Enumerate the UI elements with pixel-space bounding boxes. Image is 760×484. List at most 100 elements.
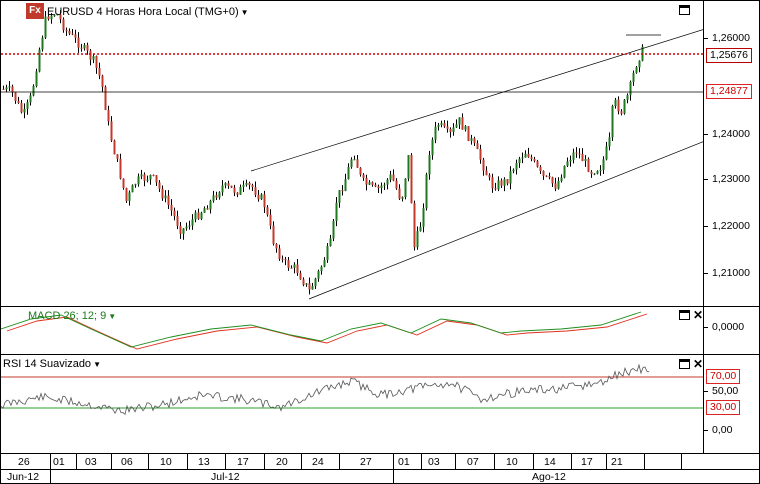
candle-body [629, 81, 632, 95]
candle-body [548, 176, 551, 178]
candle-body [416, 231, 419, 248]
macd-title-label: MACD 26; 12; 9 [28, 310, 107, 322]
candle-body [602, 159, 605, 170]
day-label: 10 [506, 456, 518, 468]
candle-body [128, 192, 131, 201]
candle-body [257, 194, 260, 200]
macd-axis: 0,0000 [704, 306, 760, 355]
candle-body [299, 273, 302, 280]
day-label: 14 [544, 456, 556, 468]
day-label: 03 [428, 456, 440, 468]
day-label: 01 [53, 456, 65, 468]
candle-body [149, 174, 152, 180]
rsi-canvas [1, 363, 703, 416]
candle-body [545, 175, 548, 177]
candle-body [389, 174, 392, 180]
candle-body [122, 178, 125, 189]
candle-body [230, 185, 233, 188]
candle-body [152, 174, 155, 176]
instrument-title[interactable]: EURUSD 4 Horas Hora Local (TMG+0) ▼ [47, 5, 249, 20]
candle-body [407, 155, 410, 179]
candle-body [119, 158, 122, 179]
candle-body [617, 99, 620, 112]
price-chart-pane[interactable]: Fx EURUSD 4 Horas Hora Local (TMG+0) ▼ [0, 0, 704, 307]
candle-body [326, 246, 329, 261]
candle-body [170, 204, 173, 211]
candle-body [608, 137, 611, 147]
candle-body [293, 264, 296, 268]
candle-body [557, 181, 560, 189]
candle-body [62, 19, 65, 31]
day-label: 07 [467, 456, 479, 468]
candle-body [185, 226, 188, 229]
candle-body [530, 157, 533, 160]
candle-body [113, 140, 116, 155]
candle-body [335, 202, 338, 221]
candle-body [425, 174, 428, 209]
close-icon[interactable]: ✕ [693, 358, 703, 370]
rsi-title[interactable]: RSI 14 Suavizado ▼ [3, 357, 101, 372]
candle-body [329, 238, 332, 247]
maximize-icon[interactable] [679, 5, 690, 15]
day-label: 20 [276, 456, 288, 468]
candle-body [386, 179, 389, 185]
candle-body [464, 126, 467, 130]
day-label: 10 [160, 456, 172, 468]
candle-body [221, 185, 224, 193]
candle-body [290, 267, 293, 269]
price-axis: 1,26000 1,24000 1,23000 1,22000 1,21000 … [704, 0, 760, 307]
candle-body [575, 152, 578, 154]
candle-body [215, 195, 218, 198]
candle-body [101, 75, 104, 87]
day-label: 17 [237, 456, 249, 468]
candle-body [368, 182, 371, 185]
candle-body [233, 187, 236, 193]
candle-body [632, 72, 635, 82]
month-label: Jun-12 [7, 471, 40, 483]
candle-body [551, 177, 554, 184]
candle-body [296, 264, 299, 274]
candle-body [305, 283, 308, 285]
rsi-level-70-label: 70,00 [706, 369, 741, 384]
candle-body [341, 190, 344, 192]
candle-body [356, 159, 359, 168]
candle-body [254, 187, 257, 195]
candle-body [143, 174, 146, 181]
macd-pane[interactable]: MACD 26; 12; 9 ▼ ✕ [0, 306, 704, 355]
candle-body [251, 185, 254, 188]
candle-body [95, 56, 98, 68]
candle-body [347, 166, 350, 180]
candle-body [32, 85, 35, 96]
month-label: Ago-12 [532, 471, 566, 483]
candle-body [605, 146, 608, 160]
close-icon[interactable]: ✕ [693, 309, 703, 321]
candle-body [509, 171, 512, 184]
day-label: 01 [398, 456, 410, 468]
candle-body [269, 214, 272, 226]
candle-body [167, 195, 170, 205]
candle-body [518, 158, 521, 164]
candle-body [203, 208, 206, 213]
candle-body [428, 155, 431, 175]
candle-body [533, 159, 536, 161]
candle-body [38, 49, 41, 72]
candle-body [281, 258, 284, 260]
maximize-icon[interactable] [679, 310, 690, 320]
candle-body [536, 160, 539, 167]
candle-body [65, 30, 68, 32]
candle-body [488, 175, 491, 178]
maximize-icon[interactable] [679, 359, 690, 369]
candle-body [155, 175, 158, 183]
candle-body [620, 111, 623, 114]
candle-body [362, 174, 365, 178]
candle-body [572, 152, 575, 160]
candle-body [242, 184, 245, 187]
rsi-pane[interactable]: RSI 14 Suavizado ▼ ✕ [0, 354, 704, 454]
candle-body [41, 37, 44, 50]
macd-title[interactable]: MACD 26; 12; 9 ▼ [28, 309, 116, 324]
candle-body [158, 182, 161, 189]
candle-body [593, 173, 596, 175]
candle-body [110, 121, 113, 141]
candle-body [470, 138, 473, 141]
candle-body [365, 177, 368, 185]
